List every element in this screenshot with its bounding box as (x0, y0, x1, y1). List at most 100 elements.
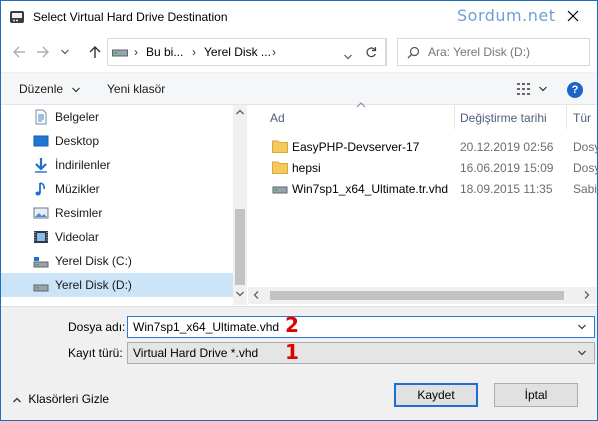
breadcrumb-separator: › (134, 45, 138, 59)
watermark-logo: Sordum.net (457, 6, 556, 25)
file-list-horizontal-scrollbar[interactable] (248, 287, 597, 304)
scroll-right-arrow-icon[interactable] (584, 291, 590, 299)
file-name: EasyPHP-Devserver-17 (292, 140, 420, 154)
refresh-button[interactable] (357, 38, 386, 66)
music-icon (35, 182, 45, 196)
command-toolbar: Düzenle Yeni klasör ? (1, 72, 597, 105)
address-dropdown-button[interactable] (344, 49, 352, 63)
save-button[interactable]: Kaydet (394, 383, 478, 407)
scroll-up-arrow-icon[interactable] (236, 109, 244, 115)
sort-ascending-icon (356, 102, 366, 108)
sidebar-item-local-disk-c[interactable]: Yerel Disk (C:) (1, 249, 233, 273)
filetype-select[interactable]: Virtual Hard Drive *.vhd (127, 342, 595, 364)
file-row[interactable]: Win7sp1_x64_Ultimate.tr.vhd 18.09.2015 1… (248, 178, 598, 199)
breadcrumb-local-disk[interactable]: Yerel Disk ... (204, 45, 271, 59)
file-row[interactable]: EasyPHP-Devserver-17 20.12.2019 02:56 Do… (248, 136, 598, 157)
sidebar-item-documents[interactable]: Belgeler (1, 105, 233, 129)
refresh-icon (366, 47, 377, 58)
sidebar-item-label: Resimler (55, 206, 103, 220)
save-form-panel: Dosya adı: 2 Kayıt türü: Virtual Hard Dr… (1, 306, 597, 420)
organize-button[interactable]: Düzenle (19, 82, 81, 96)
vhd-file-icon (272, 186, 288, 194)
filename-field[interactable] (127, 316, 595, 338)
arrow-up-icon (89, 46, 101, 58)
drive-icon (33, 284, 49, 292)
breadcrumb-this-pc[interactable]: Bu bi... (146, 45, 183, 59)
pictures-icon (33, 207, 49, 219)
sidebar-item-label: Belgeler (55, 110, 100, 124)
sidebar-item-downloads[interactable]: İndirilenler (1, 153, 233, 177)
hide-folders-label: Klasörleri Gizle (28, 392, 110, 406)
folder-icon (272, 140, 288, 153)
navigation-pane: Belgeler Desktop İndirilenler Müzikler R… (1, 105, 247, 305)
navigation-scrollbar[interactable] (233, 105, 247, 305)
back-button[interactable] (9, 42, 29, 62)
view-options-icon[interactable] (517, 83, 533, 95)
file-name: Win7sp1_x64_Ultimate.tr.vhd (292, 182, 449, 196)
scrollbar-thumb[interactable] (235, 209, 245, 285)
navigation-bar: › Bu bi... › Yerel Disk ... › (1, 32, 597, 72)
column-header-date[interactable]: Değiştirme tarihi (455, 105, 567, 129)
file-type: Sabit (573, 182, 598, 196)
address-bar[interactable]: › Bu bi... › Yerel Disk ... › (107, 38, 387, 66)
chevron-down-icon[interactable] (578, 324, 586, 330)
annotation-marker-2: 2 (285, 313, 299, 337)
scroll-down-arrow-icon[interactable] (236, 291, 244, 297)
file-name: hepsi (292, 161, 321, 175)
chevron-down-icon (61, 49, 69, 55)
file-date: 18.09.2015 11:35 (460, 182, 553, 196)
chevron-down-icon (72, 87, 81, 93)
scrollbar-thumb[interactable] (270, 291, 564, 300)
close-button[interactable] (553, 5, 593, 27)
folder-icon (272, 161, 288, 174)
desktop-icon (33, 135, 49, 147)
chevron-down-icon[interactable] (539, 86, 547, 92)
sidebar-item-label: Yerel Disk (C:) (55, 254, 132, 268)
file-row[interactable]: hepsi 16.06.2019 15:09 Dosya (248, 157, 598, 178)
sidebar-item-label: İndirilenler (55, 158, 111, 172)
hide-folders-button[interactable]: Klasörleri Gizle (13, 392, 109, 406)
sidebar-item-label: Yerel Disk (D:) (55, 278, 132, 292)
cancel-button[interactable]: İptal (494, 383, 578, 407)
videos-icon (34, 231, 48, 243)
sidebar-item-pictures[interactable]: Resimler (1, 201, 233, 225)
sidebar-item-music[interactable]: Müzikler (1, 177, 233, 201)
file-date: 16.06.2019 15:09 (460, 161, 554, 175)
annotation-marker-1: 1 (285, 340, 299, 364)
arrow-left-icon (13, 46, 25, 58)
documents-icon (35, 109, 47, 125)
file-list: Ad Değiştirme tarihi Tür EasyPHP-Devserv… (248, 102, 598, 305)
forward-button[interactable] (33, 42, 53, 62)
column-header-label: Değiştirme tarihi (460, 111, 547, 125)
sidebar-item-local-disk-d[interactable]: Yerel Disk (D:) (1, 273, 233, 297)
organize-label: Düzenle (19, 82, 64, 96)
arrow-right-icon (37, 46, 49, 58)
chevron-up-icon (13, 397, 21, 403)
filename-label: Dosya adı: (68, 320, 126, 334)
sidebar-item-desktop[interactable]: Desktop (1, 129, 233, 153)
app-icon (10, 11, 24, 23)
save-dialog-window: Select Virtual Hard Drive Destination So… (0, 0, 598, 421)
help-button[interactable]: ? (567, 82, 583, 98)
search-input[interactable] (428, 45, 578, 59)
close-icon (567, 10, 579, 22)
column-header-label: Ad (270, 111, 285, 125)
new-folder-button[interactable]: Yeni klasör (107, 82, 165, 96)
downloads-icon (35, 158, 47, 173)
breadcrumb-separator: › (272, 45, 276, 59)
filename-input[interactable] (133, 320, 563, 334)
recent-locations-button[interactable] (59, 42, 71, 62)
file-type: Dosya (573, 140, 598, 154)
search-icon (407, 46, 420, 59)
system-drive-icon (33, 257, 49, 268)
chevron-down-icon (344, 54, 352, 60)
column-header-name[interactable]: Ad (248, 102, 456, 129)
sidebar-item-videos[interactable]: Videolar (1, 225, 233, 249)
file-type: Dosya (573, 161, 598, 175)
column-header-type[interactable]: Tür (567, 105, 597, 129)
filetype-label: Kayıt türü: (68, 346, 123, 360)
scroll-left-arrow-icon[interactable] (253, 291, 259, 299)
up-button[interactable] (85, 42, 105, 62)
sidebar-item-label: Videolar (55, 230, 99, 244)
search-box[interactable] (397, 38, 590, 66)
